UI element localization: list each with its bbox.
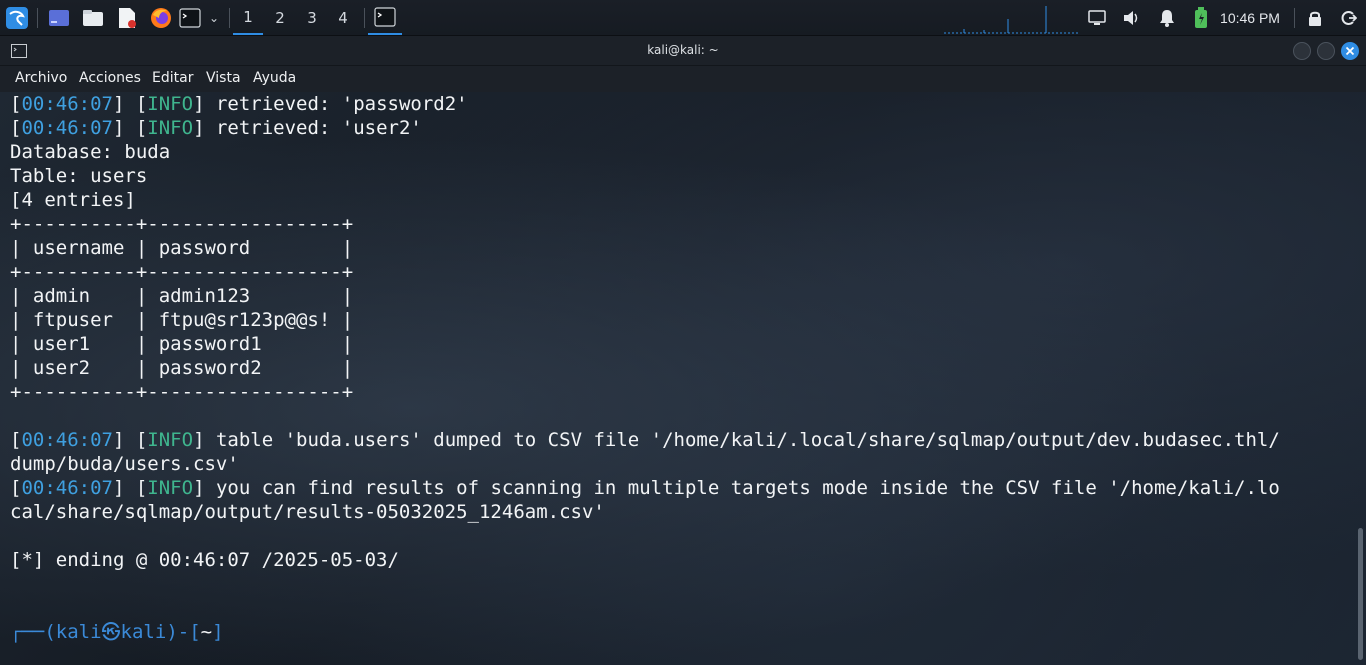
log-message: you can find results of scanning in mult…	[204, 477, 1280, 499]
minimize-button[interactable]	[1293, 42, 1311, 60]
terminal-task-icon[interactable]	[368, 0, 402, 35]
logout-icon[interactable]	[1337, 0, 1361, 35]
panel-separator	[229, 8, 230, 28]
clock[interactable]: 10:46 PM	[1215, 0, 1285, 35]
workspace-2[interactable]: 2	[265, 0, 295, 35]
log-level: INFO	[147, 477, 194, 499]
log-timestamp: 00:46:07	[21, 477, 113, 499]
title-bar[interactable]: kali@kali: ~	[0, 36, 1366, 66]
output-text: dump/buda/users.csv'	[10, 453, 239, 475]
log-level: INFO	[147, 117, 194, 139]
panel-separator	[1294, 8, 1295, 28]
maximize-button[interactable]	[1317, 42, 1335, 60]
firefox-icon[interactable]	[147, 0, 175, 35]
menu-ayuda[interactable]: Ayuda	[253, 70, 296, 86]
top-panel: ⌄ 1 2 3 4 10:46 PM	[0, 0, 1366, 36]
terminal-output[interactable]: [00:46:07] [INFO] retrieved: 'password2'…	[0, 92, 1366, 665]
output-text: +----------+-----------------+	[10, 261, 354, 283]
terminal-line: [4 entries]	[10, 188, 1280, 212]
terminal-line: | admin | admin123 |	[10, 284, 1280, 308]
workspace-1[interactable]: 1	[233, 0, 263, 35]
close-icon	[1345, 46, 1355, 56]
terminal-line: [00:46:07] [INFO] retrieved: 'password2'	[10, 93, 468, 115]
prompt-prefix: ┌──(	[10, 621, 56, 643]
close-button[interactable]	[1341, 42, 1359, 60]
prompt-at: ㉿	[101, 621, 121, 643]
terminal-window: kali@kali: ~ Archivo Acciones Editar Vis…	[0, 36, 1366, 665]
terminal-line: cal/share/sqlmap/output/results-05032025…	[10, 500, 1280, 524]
monitor-icon[interactable]	[1085, 0, 1109, 35]
terminal-line: Database: buda	[10, 140, 1280, 164]
log-message: retrieved: 'password2'	[204, 93, 468, 115]
terminal-icon[interactable]	[178, 0, 202, 35]
volume-icon[interactable]	[1120, 0, 1144, 35]
output-text: Database: buda	[10, 141, 171, 163]
output-text: +----------+-----------------+	[10, 213, 354, 235]
terminal-line: [00:46:07] [INFO] you can find results o…	[10, 477, 1280, 499]
workspace-3[interactable]: 3	[297, 0, 327, 35]
log-timestamp: 00:46:07	[21, 429, 113, 451]
menu-bar: Archivo Acciones Editar Vista Ayuda	[0, 66, 1366, 92]
log-message: table 'buda.users' dumped to CSV file '/…	[204, 429, 1280, 451]
network-graph	[944, 4, 1078, 34]
terminal-line: | user1 | password1 |	[10, 332, 1280, 356]
panel-separator	[364, 8, 365, 28]
shell-prompt[interactable]: ┌──(kali㉿kali)-[~]	[10, 620, 1280, 644]
terminal-line: +----------+-----------------+	[10, 260, 1280, 284]
output-text: | user1 | password1 |	[10, 333, 354, 355]
terminal-line: | username | password |	[10, 236, 1280, 260]
terminal-line: [*] ending @ 00:46:07 /2025-05-03/	[10, 548, 1280, 572]
log-timestamp: 00:46:07	[21, 93, 113, 115]
output-text: | admin | admin123 |	[10, 285, 354, 307]
log-message: retrieved: 'user2'	[204, 117, 422, 139]
log-timestamp: 00:46:07	[21, 117, 113, 139]
terminal-line: | user2 | password2 |	[10, 356, 1280, 380]
prompt-path: ~	[200, 621, 213, 643]
text-editor-icon[interactable]	[113, 0, 141, 35]
log-level: INFO	[147, 429, 194, 451]
output-text: cal/share/sqlmap/output/results-05032025…	[10, 501, 605, 523]
scrollbar[interactable]	[1358, 528, 1363, 660]
notifications-icon[interactable]	[1155, 0, 1179, 35]
prompt-user: kali	[55, 621, 102, 643]
prompt-suffix: ]	[212, 621, 224, 643]
output-text: | ftpuser | ftpu@sr123p@@s! |	[10, 309, 354, 331]
workspace-4[interactable]: 4	[328, 0, 358, 35]
kali-menu-icon[interactable]	[2, 0, 32, 35]
output-text: +----------+-----------------+	[10, 381, 354, 403]
output-text: [*] ending @ 00:46:07 /2025-05-03/	[10, 549, 399, 571]
terminal-line: | ftpuser | ftpu@sr123p@@s! |	[10, 308, 1280, 332]
output-text: [4 entries]	[10, 189, 136, 211]
output-text: | username | password |	[10, 237, 354, 259]
log-level: INFO	[147, 93, 194, 115]
terminal-line: dump/buda/users.csv'	[10, 452, 1280, 476]
panel-separator	[37, 8, 38, 28]
terminal-line: +----------+-----------------+	[10, 212, 1280, 236]
battery-icon	[1189, 0, 1213, 35]
terminal-line: [00:46:07] [INFO] retrieved: 'user2'	[10, 117, 422, 139]
menu-acciones[interactable]: Acciones	[79, 70, 141, 86]
window-title: kali@kali: ~	[647, 43, 719, 57]
menu-archivo[interactable]: Archivo	[15, 70, 67, 86]
file-manager-icon[interactable]	[79, 0, 107, 35]
terminal-line: [00:46:07] [INFO] table 'buda.users' dum…	[10, 429, 1280, 451]
output-text: Table: users	[10, 165, 148, 187]
terminal-lines: [00:46:07] [INFO] retrieved: 'password2'…	[10, 92, 1280, 644]
terminal-line: +----------+-----------------+	[10, 380, 1280, 404]
terminal-line: Table: users	[10, 164, 1280, 188]
lock-icon[interactable]	[1303, 0, 1327, 35]
chevron-down-icon[interactable]: ⌄	[205, 0, 223, 35]
prompt-host: kali	[120, 621, 167, 643]
prompt-mid: )-[	[166, 621, 201, 643]
menu-editar[interactable]: Editar	[152, 70, 193, 86]
menu-vista[interactable]: Vista	[206, 70, 241, 86]
desktop-icon[interactable]	[45, 0, 73, 35]
output-text: | user2 | password2 |	[10, 357, 354, 379]
